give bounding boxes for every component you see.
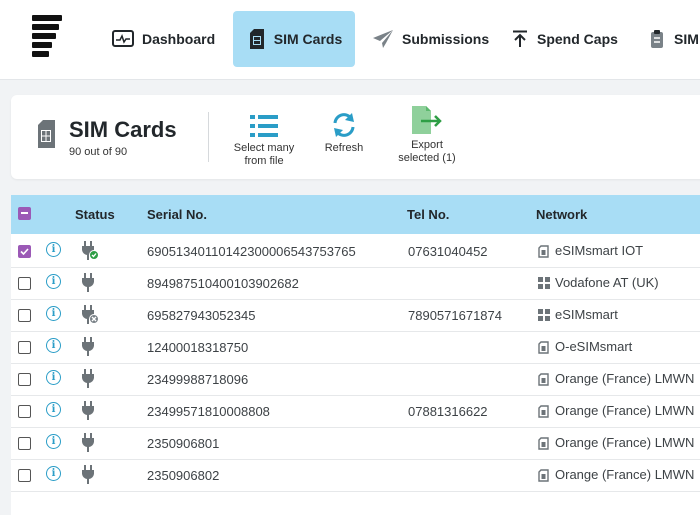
sim-icon <box>538 404 549 418</box>
monitor-icon <box>112 28 134 50</box>
column-header-tel[interactable]: Tel No. <box>407 207 449 222</box>
status-plug-icon <box>80 433 98 458</box>
select-many-label-2: from file <box>244 155 284 167</box>
refresh-button[interactable]: Refresh <box>316 108 372 155</box>
sim-icon <box>538 468 549 482</box>
row-checkbox[interactable] <box>18 341 31 354</box>
nav-item-spend-caps[interactable]: Spend Caps <box>509 11 618 67</box>
refresh-icon <box>316 108 372 138</box>
row-checkbox[interactable] <box>18 469 31 482</box>
row-checkbox[interactable] <box>18 373 31 386</box>
serial-number: 695827943052345 <box>147 308 256 323</box>
list-icon <box>226 108 302 138</box>
network-name: Orange (France) LMWN <box>555 371 695 386</box>
info-icon[interactable]: i <box>46 434 61 449</box>
clipboard-icon <box>646 28 668 50</box>
row-checkbox[interactable] <box>18 277 31 290</box>
nav-item-dashboard[interactable]: Dashboard <box>104 11 223 67</box>
nav-item-sim[interactable]: SIM <box>646 11 699 67</box>
sim-icon <box>538 340 549 354</box>
sim-card-icon <box>36 120 56 153</box>
export-label-2: selected (1) <box>398 152 456 164</box>
network-name: Vodafone AT (UK) <box>555 275 659 290</box>
sim-icon <box>538 244 549 258</box>
select-all-checkbox[interactable] <box>18 207 31 220</box>
export-selected-button[interactable]: Export selected (1) <box>392 105 462 165</box>
network-cell: eSIMsmart IOT <box>538 243 643 258</box>
page-title: SIM Cards <box>69 117 177 142</box>
sim-icon <box>538 372 549 386</box>
nav-item-submissions[interactable]: Submissions <box>372 11 489 67</box>
nav-item-label: SIM <box>674 31 699 47</box>
network-cell: O-eSIMsmart <box>538 339 632 354</box>
nav-item-label: Spend Caps <box>537 31 618 47</box>
info-icon[interactable]: i <box>46 306 61 321</box>
network-cell: Orange (France) LMWN <box>538 467 694 482</box>
status-plug-icon <box>80 337 98 362</box>
top-navigation: Dashboard SIM Cards Submissions Spend Ca… <box>0 0 700 80</box>
column-header-network[interactable]: Network <box>536 207 587 222</box>
nav-item-label: SIM Cards <box>273 31 343 47</box>
info-icon[interactable]: i <box>46 402 61 417</box>
column-header-serial[interactable]: Serial No. <box>147 207 207 222</box>
serial-number: 23499988718096 <box>147 372 249 387</box>
serial-number: 894987510400103902682 <box>147 276 299 291</box>
status-connected-icon <box>80 241 99 266</box>
tel-number: 07881316622 <box>408 404 488 419</box>
info-icon[interactable]: i <box>46 466 61 481</box>
column-header-status[interactable]: Status <box>75 207 115 222</box>
row-checkbox[interactable] <box>18 437 31 450</box>
serial-number: 12400018318750 <box>147 340 249 355</box>
status-disconnected-icon <box>80 305 99 330</box>
nav-item-label: Dashboard <box>142 31 216 47</box>
info-icon[interactable]: i <box>46 242 61 257</box>
row-checkbox[interactable] <box>18 245 31 258</box>
network-cell: Orange (France) LMWN <box>538 435 694 450</box>
sim-icon <box>538 436 549 450</box>
network-cell: eSIMsmart <box>538 307 618 322</box>
network-name: Orange (France) LMWN <box>555 403 695 418</box>
divider <box>208 112 209 162</box>
serial-number: 2350906801 <box>147 436 220 451</box>
logo-icon[interactable] <box>32 15 64 57</box>
network-cell: Orange (France) LMWN <box>538 403 694 418</box>
status-plug-icon <box>80 369 98 394</box>
status-plug-icon <box>80 465 98 490</box>
nav-item-sim-cards[interactable]: SIM Cards <box>233 11 355 67</box>
status-plug-icon <box>80 401 98 426</box>
info-icon[interactable]: i <box>46 274 61 289</box>
file-export-icon <box>392 105 462 135</box>
arrow-up-bar-icon <box>509 28 531 50</box>
tel-number: 07631040452 <box>408 244 488 259</box>
refresh-label: Refresh <box>324 142 364 154</box>
info-icon[interactable]: i <box>46 370 61 385</box>
record-count: 90 out of 90 <box>69 146 128 158</box>
row-checkbox[interactable] <box>18 309 31 322</box>
info-icon[interactable]: i <box>46 338 61 353</box>
tel-number: 7890571671874 <box>408 308 502 323</box>
serial-number: 2350906802 <box>147 468 220 483</box>
grid-icon <box>538 308 550 321</box>
sim-card-icon <box>246 28 268 50</box>
network-name: O-eSIMsmart <box>555 339 633 354</box>
grid-icon <box>538 276 550 289</box>
row-checkbox[interactable] <box>18 405 31 418</box>
export-label: Export <box>411 139 443 151</box>
status-plug-icon <box>80 273 98 298</box>
network-cell: Orange (France) LMWN <box>538 371 694 386</box>
select-many-label: Select many <box>233 142 295 154</box>
paper-plane-icon <box>372 28 394 50</box>
network-name: eSIMsmart IOT <box>555 243 644 258</box>
select-many-button[interactable]: Select many from file <box>226 108 302 168</box>
network-name: eSIMsmart <box>555 307 618 322</box>
network-cell: Vodafone AT (UK) <box>538 275 659 290</box>
nav-item-label: Submissions <box>402 31 490 47</box>
network-name: Orange (France) LMWN <box>555 467 695 482</box>
serial-number: 69051340110142300006543753765 <box>147 244 356 259</box>
serial-number: 23499571810008808 <box>147 404 270 419</box>
network-name: Orange (France) LMWN <box>555 435 695 450</box>
